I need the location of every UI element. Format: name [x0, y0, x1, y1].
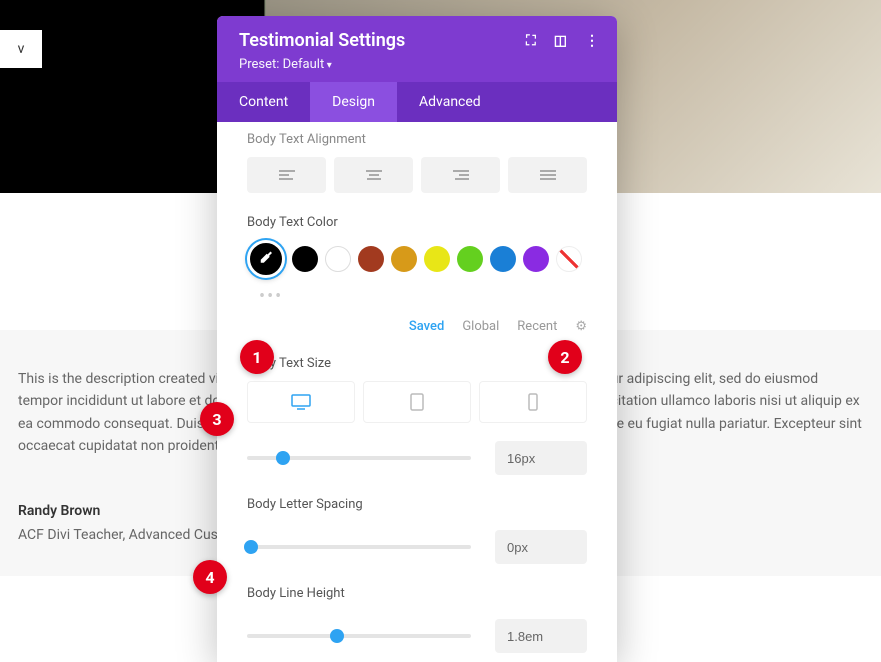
label-alignment: Body Text Alignment — [247, 132, 587, 147]
hero-small-box: v — [0, 30, 42, 68]
align-center-button[interactable] — [334, 157, 413, 193]
label-line-height: Body Line Height — [247, 586, 587, 601]
device-tablet-button[interactable] — [363, 381, 471, 423]
eyedropper-button[interactable] — [247, 240, 285, 278]
color-swatch-row — [247, 240, 587, 278]
line-value-input[interactable] — [495, 619, 587, 653]
more-colors-button[interactable]: ••• — [259, 286, 587, 307]
expand-icon[interactable]: ⛶ — [526, 33, 536, 49]
device-phone-button[interactable] — [479, 381, 587, 423]
tab-design[interactable]: Design — [310, 82, 397, 122]
color-swatch[interactable] — [391, 246, 417, 272]
menu-icon[interactable]: ⋮ — [585, 33, 599, 49]
color-swatch[interactable] — [523, 246, 549, 272]
modal-header: Testimonial Settings ⛶ ◫ ⋮ Preset: Defau… — [217, 16, 617, 82]
callout-1: 1 — [240, 340, 274, 374]
align-left-button[interactable] — [247, 157, 326, 193]
label-letter-spacing: Body Letter Spacing — [247, 497, 587, 512]
slider-letter-spacing — [247, 530, 587, 564]
settings-modal: Testimonial Settings ⛶ ◫ ⋮ Preset: Defau… — [217, 16, 617, 662]
callout-2: 2 — [548, 340, 582, 374]
slider-line-height — [247, 619, 587, 653]
label-text-color: Body Text Color — [247, 215, 587, 230]
tab-content[interactable]: Content — [217, 82, 310, 122]
palette-saved[interactable]: Saved — [409, 319, 444, 334]
letter-slider[interactable] — [247, 545, 471, 549]
modal-title: Testimonial Settings — [239, 30, 405, 51]
modal-tabs: Content Design Advanced — [217, 82, 617, 122]
preset-selector[interactable]: Preset: Default — [239, 57, 599, 72]
line-slider[interactable] — [247, 634, 471, 638]
letter-value-input[interactable] — [495, 530, 587, 564]
size-value-input[interactable] — [495, 441, 587, 475]
gear-icon[interactable]: ⚙ — [575, 319, 587, 334]
alignment-row — [247, 157, 587, 193]
color-swatch-none[interactable] — [556, 246, 582, 272]
color-swatch[interactable] — [292, 246, 318, 272]
palette-meta: Saved Global Recent ⚙ — [247, 319, 587, 334]
device-desktop-button[interactable] — [247, 381, 355, 423]
color-swatch[interactable] — [490, 246, 516, 272]
label-text-size: Body Text Size — [247, 356, 587, 371]
color-swatch[interactable] — [457, 246, 483, 272]
callout-3: 3 — [200, 402, 234, 436]
color-swatch[interactable] — [325, 246, 351, 272]
color-swatch[interactable] — [358, 246, 384, 272]
help-icon[interactable]: ◫ — [554, 33, 567, 49]
tab-advanced[interactable]: Advanced — [397, 82, 503, 122]
align-right-button[interactable] — [421, 157, 500, 193]
callout-4: 4 — [193, 560, 227, 594]
palette-recent[interactable]: Recent — [517, 319, 557, 334]
slider-text-size — [247, 441, 587, 475]
palette-global[interactable]: Global — [462, 319, 499, 334]
align-justify-button[interactable] — [508, 157, 587, 193]
modal-body: Body Text Alignment Body Text Color ••• … — [217, 132, 617, 662]
color-swatch[interactable] — [424, 246, 450, 272]
device-tabs — [247, 381, 587, 423]
size-slider[interactable] — [247, 456, 471, 460]
